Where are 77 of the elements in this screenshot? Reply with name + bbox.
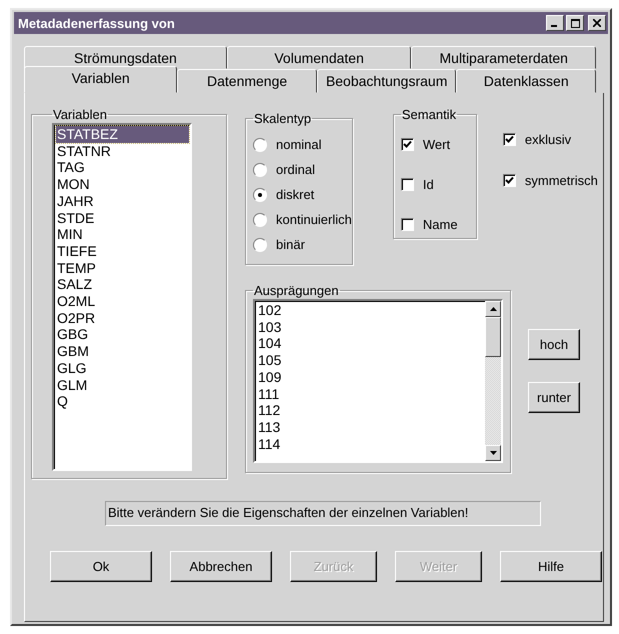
window-title: Metadadenerfassung von — [18, 16, 175, 30]
checkbox-label: Id — [422, 176, 434, 192]
list-item[interactable]: O2PR — [56, 310, 190, 326]
checkbox[interactable] — [502, 133, 516, 146]
checkbox-label: Wert — [422, 136, 450, 152]
tab[interactable]: Datenmenge — [177, 69, 317, 93]
dialog-button[interactable]: Abbrechen — [170, 551, 272, 582]
list-item[interactable]: 111 — [257, 386, 485, 402]
list-item[interactable]: STDE — [56, 210, 190, 226]
radio-label: nominal — [276, 137, 322, 152]
checkbox[interactable] — [400, 218, 414, 230]
maximize-button[interactable] — [566, 15, 584, 31]
close-button[interactable] — [588, 15, 606, 31]
tab[interactable]: Variablen — [24, 66, 178, 93]
checkbox-label: Name — [422, 216, 458, 232]
list-item[interactable]: STATNR — [56, 142, 190, 160]
list-item[interactable]: SALZ — [56, 276, 190, 294]
list-item[interactable]: JAHR — [56, 192, 190, 210]
scrollbar[interactable] — [485, 301, 501, 461]
list-item[interactable]: 104 — [257, 335, 485, 352]
radio-button[interactable] — [253, 188, 267, 202]
scroll-up-button[interactable] — [485, 301, 501, 317]
radio-label: binär — [276, 237, 305, 252]
down-arrow-icon — [490, 451, 496, 455]
group-label: Skalentyp — [253, 111, 312, 126]
close-icon — [593, 19, 601, 27]
radio-button[interactable] — [253, 162, 267, 176]
move-button[interactable]: runter — [528, 382, 580, 413]
tab[interactable]: Volumendaten — [226, 46, 412, 69]
list-item[interactable]: STATBEZ — [56, 126, 189, 143]
list-item[interactable]: Q — [56, 393, 190, 410]
checkbox[interactable] — [400, 178, 414, 190]
list-item[interactable]: GBG — [56, 326, 190, 344]
group-label: Semantik — [400, 107, 458, 122]
checkbox[interactable] — [400, 138, 414, 150]
list-item[interactable]: GLG — [56, 360, 190, 377]
list-item[interactable]: GLM — [56, 376, 190, 394]
list-item[interactable]: TAG — [56, 159, 190, 176]
variable-list[interactable]: STATBEZ STATNR TAG MON JAHR STDE MIN TIEFE TEMP SALZ O2ML O2PR GBG GBM GLG GLM Q — [52, 123, 192, 471]
radio-label: kontinuierlich — [276, 212, 352, 227]
up-arrow-icon — [490, 307, 496, 311]
radio-label: diskret — [276, 187, 314, 202]
list-item[interactable]: 105 — [257, 352, 485, 369]
tab[interactable]: Strömungsdaten — [24, 46, 227, 69]
message-field: Bitte verändern Sie die Eigenschaften der einzelnen Variablen! — [105, 501, 541, 526]
checkbox-label: exklusiv — [524, 132, 572, 147]
list-item[interactable]: 112 — [257, 402, 485, 419]
dialog-button[interactable]: Ok — [50, 551, 152, 582]
list-item[interactable]: 114 — [257, 436, 485, 452]
scroll-down-button[interactable] — [485, 445, 501, 461]
radio-button[interactable] — [253, 212, 267, 226]
list-item[interactable]: TIEFE — [56, 242, 190, 260]
value-list[interactable]: 102 103 104 105 109 111 112 113 114 — [253, 299, 503, 463]
list-item[interactable]: MIN — [56, 226, 190, 243]
list-item[interactable]: 102 — [257, 302, 485, 319]
list-item[interactable]: 109 — [257, 368, 485, 386]
maximize-icon — [570, 18, 580, 28]
list-item[interactable]: MON — [56, 176, 190, 193]
list-item[interactable]: 103 — [257, 318, 485, 336]
group-label: Ausprägungen — [253, 283, 340, 298]
list-item[interactable]: 113 — [257, 418, 485, 436]
radio-label: ordinal — [276, 162, 316, 177]
scroll-thumb[interactable] — [485, 317, 501, 357]
list-item[interactable]: TEMP — [56, 260, 190, 276]
list-item[interactable]: O2ML — [56, 293, 190, 310]
tab[interactable]: Multiparameterdaten — [411, 46, 596, 69]
radio-button[interactable] — [253, 238, 267, 252]
dialog-button[interactable]: Hilfe — [500, 551, 602, 582]
radio-button[interactable] — [253, 138, 267, 152]
checkbox[interactable] — [502, 174, 516, 187]
minimize-button[interactable] — [546, 15, 564, 31]
tab[interactable]: Datenklassen — [456, 69, 596, 93]
checkbox-label: symmetrisch — [524, 173, 598, 188]
group-label: Variablen — [52, 107, 108, 122]
move-button[interactable]: hoch — [528, 329, 580, 360]
tab[interactable]: Beobachtungsraum — [316, 69, 456, 93]
list-item[interactable]: GBM — [56, 343, 190, 360]
